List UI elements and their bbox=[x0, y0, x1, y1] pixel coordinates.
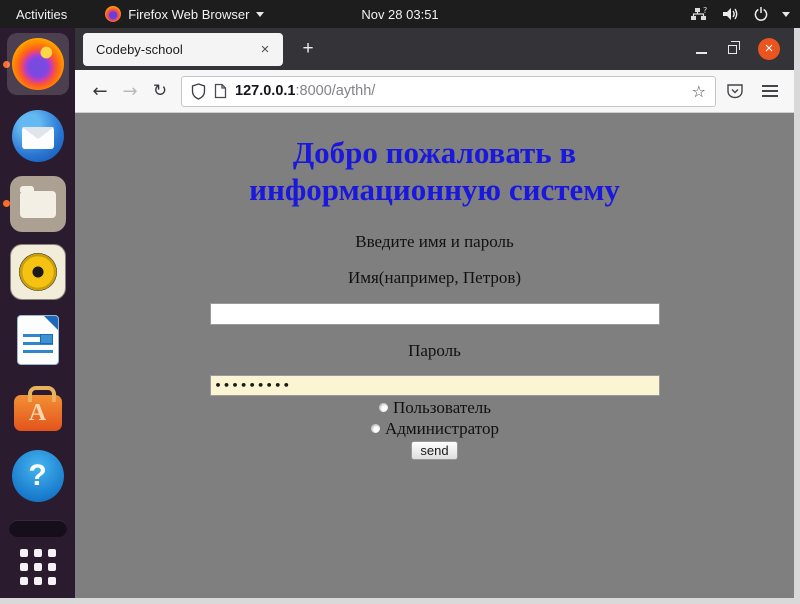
url-text: 127.0.0.1:8000/aythh/ bbox=[235, 83, 684, 99]
close-button[interactable] bbox=[758, 38, 780, 60]
folder-icon bbox=[20, 191, 56, 218]
app-menu[interactable]: Firefox Web Browser bbox=[105, 0, 264, 28]
speaker-icon bbox=[19, 253, 57, 291]
radio-user[interactable] bbox=[378, 402, 389, 413]
firefox-window: Codeby-school bbox=[75, 28, 794, 598]
system-tray[interactable]: ? bbox=[689, 0, 790, 28]
url-path: :8000/aythh/ bbox=[295, 83, 375, 99]
navigation-toolbar: 127.0.0.1:8000/aythh/ bbox=[75, 70, 794, 113]
radio-admin[interactable] bbox=[370, 423, 381, 434]
toolbar-right bbox=[726, 83, 778, 100]
power-icon bbox=[753, 6, 769, 22]
app-menu-label: Firefox Web Browser bbox=[128, 7, 249, 22]
name-input[interactable] bbox=[210, 303, 660, 325]
chevron-down-icon bbox=[782, 12, 790, 17]
tab-bar: Codeby-school bbox=[75, 28, 794, 70]
network-icon: ? bbox=[689, 6, 709, 22]
top-bar: Activities Firefox Web Browser Nov 28 03… bbox=[0, 0, 800, 28]
pocket-icon[interactable] bbox=[726, 83, 744, 100]
dock-item-thunderbird[interactable] bbox=[10, 108, 66, 164]
dock-item-firefox[interactable] bbox=[7, 33, 69, 95]
activities-button[interactable]: Activities bbox=[0, 0, 83, 28]
volume-icon bbox=[722, 6, 740, 22]
dock-item-libreoffice-writer[interactable] bbox=[10, 312, 66, 368]
thunderbird-icon bbox=[12, 110, 64, 162]
url-host: 127.0.0.1 bbox=[235, 83, 295, 99]
svg-text:?: ? bbox=[703, 6, 707, 15]
bookmark-star-icon[interactable] bbox=[692, 82, 706, 101]
tab-codeby-school[interactable]: Codeby-school bbox=[83, 33, 283, 66]
radio-admin-label: Администратор bbox=[385, 419, 499, 439]
window-controls bbox=[696, 28, 780, 70]
password-input[interactable] bbox=[210, 375, 660, 396]
role-option-user: Пользователь bbox=[75, 398, 794, 417]
back-button[interactable] bbox=[85, 76, 115, 106]
dock-item-help[interactable] bbox=[10, 448, 66, 504]
clock[interactable]: Nov 28 03:51 bbox=[361, 0, 438, 28]
help-icon bbox=[12, 450, 64, 502]
restore-button[interactable] bbox=[728, 45, 737, 54]
dock-item-files[interactable] bbox=[10, 176, 66, 232]
firefox-mini-icon bbox=[105, 6, 121, 22]
dock-item-dark-app[interactable] bbox=[9, 520, 67, 537]
reload-button[interactable] bbox=[145, 76, 175, 106]
shield-icon[interactable] bbox=[191, 83, 206, 100]
role-option-admin: Администратор bbox=[75, 419, 794, 438]
radio-user-label: Пользователь bbox=[393, 398, 491, 418]
firefox-icon bbox=[12, 38, 64, 90]
desktop: Activities Firefox Web Browser Nov 28 03… bbox=[0, 0, 800, 604]
new-tab-button[interactable] bbox=[295, 36, 321, 62]
password-label: Пароль bbox=[75, 341, 794, 361]
intro-label: Введите имя и пароль bbox=[75, 232, 794, 252]
document-icon bbox=[18, 316, 58, 364]
page-info-icon[interactable] bbox=[214, 83, 227, 99]
web-page: Добро пожаловать в информационную систем… bbox=[75, 113, 794, 598]
url-bar[interactable]: 127.0.0.1:8000/aythh/ bbox=[181, 76, 716, 107]
name-label: Имя(например, Петров) bbox=[75, 268, 794, 288]
send-button[interactable]: send bbox=[411, 441, 457, 460]
show-applications-button[interactable] bbox=[17, 549, 59, 587]
menu-icon[interactable] bbox=[762, 85, 778, 97]
tab-title: Codeby-school bbox=[96, 42, 256, 57]
software-store-icon bbox=[14, 395, 62, 431]
tab-close-icon[interactable] bbox=[256, 40, 274, 58]
page-title: Добро пожаловать в информационную систем… bbox=[75, 134, 794, 208]
dock-item-ubuntu-software[interactable] bbox=[10, 380, 66, 436]
dock-item-rhythmbox[interactable] bbox=[10, 244, 66, 300]
forward-button[interactable] bbox=[115, 76, 145, 106]
chevron-down-icon bbox=[256, 12, 264, 17]
dock bbox=[0, 28, 75, 598]
minimize-button[interactable] bbox=[696, 52, 707, 54]
